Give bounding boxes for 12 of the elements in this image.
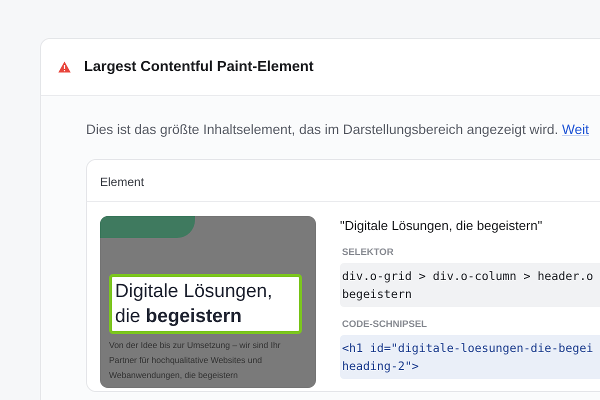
column-header: Element <box>87 160 600 202</box>
selector-label: SELEKTOR <box>342 247 395 258</box>
snippet-code: <h1 id="digitale-loesungen-die-begei heading-2"> <box>340 335 600 379</box>
learn-more-link[interactable]: Weit <box>562 122 589 137</box>
audit-title: Largest Contentful Paint-Element <box>84 59 314 75</box>
node-label: "Digitale Lösungen, die begeistern" <box>340 218 544 233</box>
snippet-label: CODE-SCHNIPSEL <box>342 319 428 330</box>
warning-icon <box>58 61 71 73</box>
faded-text: Von der Idee bis zur Umsetzung – wir sind Ihr Partner für hochqualitative Websites und Webanwendungen, die begeistern <box>109 339 282 382</box>
selector-code: div.o-grid > div.o-column > header.o begeistern <box>340 263 600 307</box>
audit-description: Dies ist das größte Inhaltselement, das im Darstellungsbereich angezeigt wird. Weit <box>86 122 590 137</box>
highlighted-heading: Digitale Lösungen, die begeistern <box>109 274 302 334</box>
